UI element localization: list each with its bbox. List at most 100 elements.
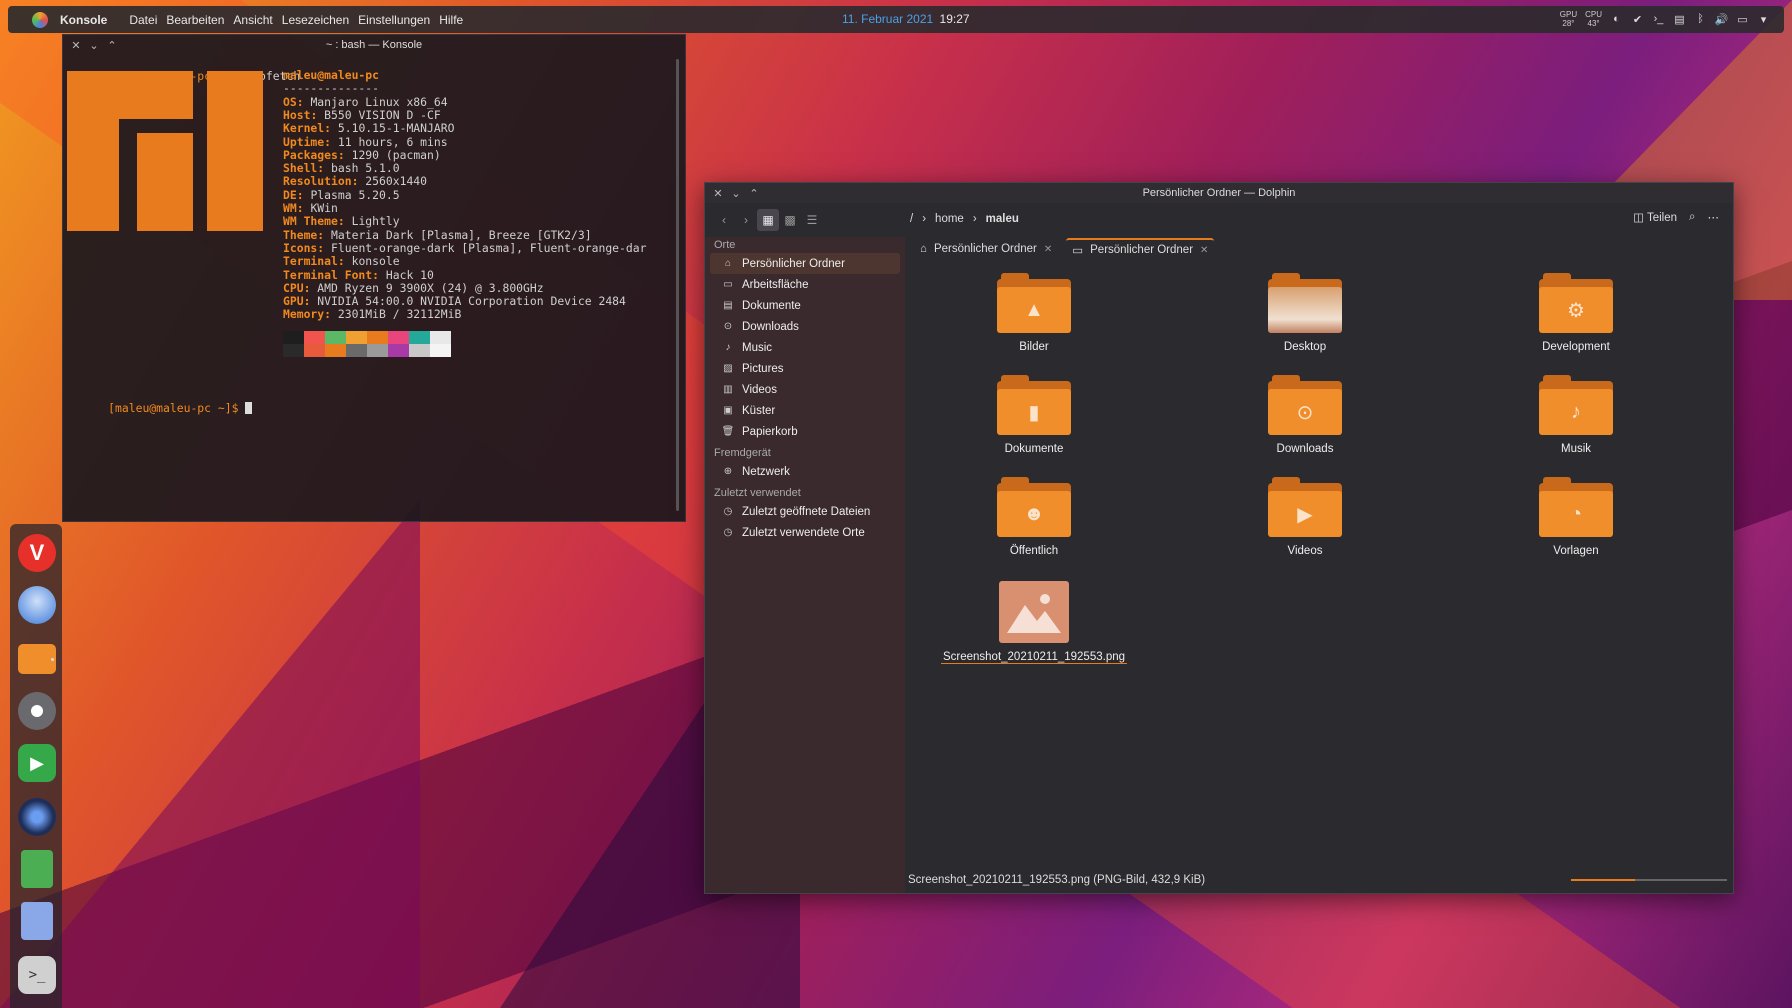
file-musik[interactable]: ♪ Musik bbox=[1496, 375, 1656, 455]
info-key: Terminal Font bbox=[283, 267, 373, 282]
settings-icon[interactable] bbox=[18, 692, 56, 730]
place-pictures[interactable]: ▨ Pictures bbox=[710, 358, 900, 379]
scrollbar[interactable] bbox=[676, 59, 679, 511]
place-network[interactable]: ⊕ Netzwerk bbox=[710, 461, 900, 482]
file-view[interactable]: ⌂ Persönlicher Ordner ✕ ▭ Persönlicher Ordn… bbox=[906, 237, 1733, 867]
file-dokumente[interactable]: ▮ Dokumente bbox=[954, 375, 1114, 455]
vivaldi-icon[interactable]: V bbox=[18, 534, 56, 572]
document-icon[interactable] bbox=[21, 902, 53, 940]
minimize-icon[interactable]: ⌄ bbox=[85, 39, 103, 52]
place-trash[interactable]: 🗑 Papierkorb bbox=[710, 421, 900, 442]
menu-bearbeiten[interactable]: Bearbeiten bbox=[166, 13, 224, 27]
clock-date: 11. Februar 2021 bbox=[842, 12, 934, 26]
menu-ansicht[interactable]: Ansicht bbox=[233, 13, 272, 27]
recent-files-icon: ◷ bbox=[723, 506, 733, 517]
maximize-icon[interactable]: ⌃ bbox=[103, 39, 121, 52]
neofetch-info-row: Kernel: 5.10.15-1-MANJARO bbox=[283, 121, 455, 136]
dolphin-titlebar[interactable]: ✕ ⌄ ⌃ Persönlicher Ordner — Dolphin bbox=[705, 183, 1733, 203]
place-kuester[interactable]: ▣ Küster bbox=[710, 400, 900, 421]
color-swatch bbox=[283, 344, 304, 357]
place-documents[interactable]: ▤ Dokumente bbox=[710, 295, 900, 316]
place-downloads[interactable]: ⊙ Downloads bbox=[710, 316, 900, 337]
place-videos[interactable]: ▥ Videos bbox=[710, 379, 900, 400]
place-recent-locations[interactable]: ◷ Zuletzt verwendete Orte bbox=[710, 522, 900, 543]
compact-view-icon[interactable]: ▩ bbox=[779, 209, 801, 231]
minimize-icon[interactable]: ⌄ bbox=[727, 187, 745, 200]
crumb-maleu[interactable]: maleu bbox=[986, 213, 1019, 225]
neofetch-info-row: WM Theme: Lightly bbox=[283, 214, 400, 229]
tab-home-2[interactable]: ▭ Persönlicher Ordner ✕ bbox=[1066, 238, 1215, 260]
wallpaper-facet bbox=[0, 500, 420, 1008]
file-videos[interactable]: ▶ Videos bbox=[1225, 477, 1385, 557]
steam-icon[interactable] bbox=[18, 798, 56, 836]
color-swatch bbox=[304, 331, 325, 344]
terminal-tray-icon[interactable]: ›_ bbox=[1652, 13, 1665, 26]
spreadsheet-icon[interactable] bbox=[21, 850, 53, 888]
forward-icon[interactable]: › bbox=[735, 209, 757, 231]
crumb-home[interactable]: home bbox=[935, 213, 964, 225]
places-section-title: Orte bbox=[714, 239, 736, 251]
clipboard-icon[interactable]: ▤ bbox=[1673, 13, 1686, 26]
neofetch-info-row: Icons: Fluent-orange-dark [Plasma], Flue… bbox=[283, 240, 647, 255]
file-bilder[interactable]: ▲ Bilder bbox=[954, 273, 1114, 353]
folder-icon[interactable] bbox=[18, 644, 56, 674]
chevron-down-icon[interactable]: ▾ bbox=[1757, 13, 1770, 26]
trash-icon: 🗑 bbox=[721, 426, 735, 437]
close-tab-icon[interactable]: ✕ bbox=[1200, 245, 1208, 256]
breadcrumb: / › home › maleu bbox=[910, 213, 1019, 225]
close-icon[interactable]: ✕ bbox=[709, 187, 727, 200]
info-key: Kernel bbox=[283, 121, 325, 136]
close-tab-icon[interactable]: ✕ bbox=[1044, 244, 1052, 255]
info-key: WM Theme bbox=[283, 214, 338, 229]
gpu-label: GPU bbox=[1559, 10, 1578, 19]
bluetooth-icon[interactable]: ᛒ bbox=[1694, 13, 1707, 26]
volume-icon[interactable]: 🔊 bbox=[1715, 13, 1729, 26]
menu-hilfe[interactable]: Hilfe bbox=[439, 13, 463, 27]
back-icon[interactable]: ‹ bbox=[713, 209, 735, 231]
place-recent-files[interactable]: ◷ Zuletzt geöffnete Dateien bbox=[710, 501, 900, 522]
file-screenshot[interactable]: Screenshot_20210211_192553.png bbox=[934, 581, 1134, 664]
file-oeffentlich[interactable]: ☻ Öffentlich bbox=[954, 477, 1114, 557]
icons-view-icon[interactable]: ▦ bbox=[757, 209, 779, 231]
clock[interactable]: 11. Februar 2021 19:27 bbox=[842, 12, 970, 26]
file-desktop[interactable]: Desktop bbox=[1225, 273, 1385, 353]
tab-home-1[interactable]: ⌂ Persönlicher Ordner ✕ bbox=[914, 240, 1058, 258]
terminal-icon[interactable]: >_ bbox=[18, 956, 56, 994]
konsole-titlebar[interactable]: ✕ ⌄ ⌃ ~ : bash — Konsole bbox=[63, 35, 685, 55]
place-music[interactable]: ♪ Music bbox=[710, 337, 900, 358]
details-view-icon[interactable]: ☰ bbox=[801, 209, 823, 231]
app-launcher-icon[interactable] bbox=[32, 11, 48, 28]
place-desktop[interactable]: ▭ Arbeitsfläche bbox=[710, 274, 900, 295]
check-icon[interactable]: ✔ bbox=[1631, 13, 1644, 26]
place-label: Videos bbox=[742, 383, 777, 396]
maximize-icon[interactable]: ⌃ bbox=[745, 187, 763, 200]
menu-einstellungen[interactable]: Einstellungen bbox=[358, 13, 430, 27]
gpu-sensor[interactable]: GPU 28° bbox=[1560, 10, 1577, 28]
media-player-icon[interactable]: ▶ bbox=[18, 744, 56, 782]
share-button[interactable]: ◫ Teilen bbox=[1633, 210, 1677, 224]
info-value: Plasma 5.20.5 bbox=[310, 187, 400, 202]
menu-datei[interactable]: Datei bbox=[129, 13, 157, 27]
search-icon[interactable]: ⌕ bbox=[1689, 211, 1695, 224]
system-tray: GPU 28° CPU 43° ◐ ✔ ›_ ▤ ᛒ 🔊 ▭ ▾ bbox=[1560, 10, 1770, 28]
file-label: Videos bbox=[1287, 545, 1323, 557]
steam-tray-icon[interactable]: ◐ bbox=[1610, 13, 1623, 26]
file-downloads[interactable]: ⊙ Downloads bbox=[1225, 375, 1385, 455]
cpu-sensor[interactable]: CPU 43° bbox=[1585, 10, 1602, 28]
zoom-slider[interactable] bbox=[1571, 879, 1727, 881]
status-text: Screenshot_20210211_192553.png (PNG-Bild… bbox=[908, 874, 1206, 886]
neofetch-info-row: Resolution: 2560x1440 bbox=[283, 174, 428, 189]
file-development[interactable]: ⚙ Development bbox=[1496, 273, 1656, 353]
color-swatch bbox=[325, 331, 346, 344]
crumb-root[interactable]: / bbox=[910, 213, 913, 225]
close-icon[interactable]: ✕ bbox=[67, 39, 85, 52]
documents-icon: ▤ bbox=[723, 300, 733, 311]
menu-icon[interactable]: ⋯ bbox=[1708, 210, 1720, 224]
menu-lesezeichen[interactable]: Lesezeichen bbox=[282, 13, 349, 27]
thunderbird-icon[interactable] bbox=[18, 586, 56, 624]
display-icon[interactable]: ▭ bbox=[1736, 13, 1749, 26]
place-home[interactable]: ⌂ Persönlicher Ordner bbox=[710, 253, 900, 274]
file-vorlagen[interactable]: ◔ Vorlagen bbox=[1496, 477, 1656, 557]
info-value: konsole bbox=[351, 254, 400, 269]
neofetch-userhost: maleu@maleu-pc bbox=[283, 68, 379, 82]
